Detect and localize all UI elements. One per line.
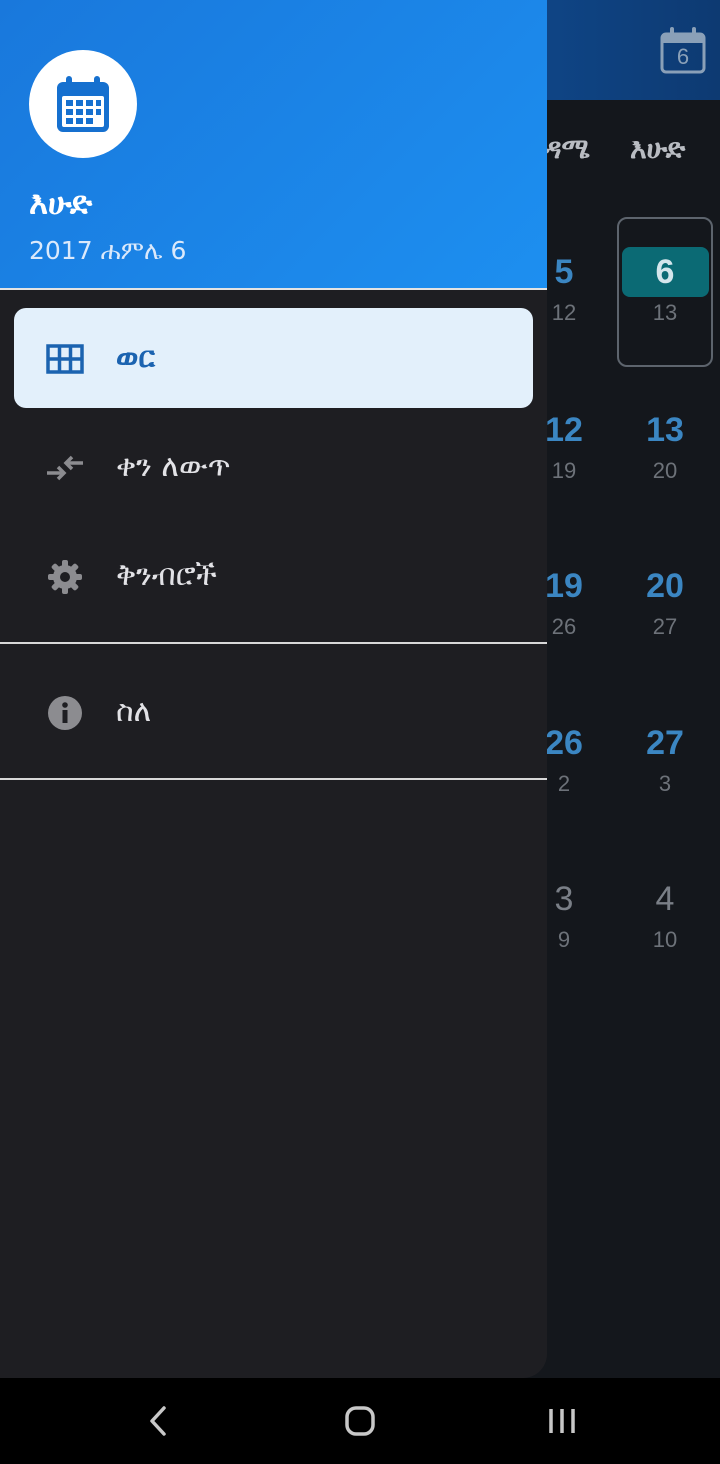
weekday-header: እሁድ xyxy=(630,132,686,165)
drawer-header: እሁድ 2017 ሐምሌ 6 xyxy=(0,0,547,288)
header-divider xyxy=(0,288,547,290)
convert-arrows-icon xyxy=(44,447,86,489)
gear-icon xyxy=(44,556,86,598)
day-subnumber: 13 xyxy=(652,300,678,325)
day-cell-today[interactable]: 6 13 xyxy=(617,252,713,328)
day-number: 13 xyxy=(646,411,684,449)
menu-item-label: ስለ xyxy=(116,694,152,729)
day-subnumber: 27 xyxy=(652,614,678,639)
today-calendar-icon[interactable]: 6 xyxy=(660,26,706,74)
navigation-drawer: እሁድ 2017 ሐምሌ 6 ወር ቀን ለውጥ ቅንብሮች ስለ xyxy=(0,0,547,1378)
day-cell-next-month[interactable]: 4 10 xyxy=(617,879,713,955)
menu-item-month[interactable]: ወር xyxy=(14,308,533,408)
menu-divider xyxy=(0,778,547,780)
recents-icon[interactable] xyxy=(532,1398,592,1444)
day-cell[interactable]: 20 27 xyxy=(617,566,713,642)
menu-item-label: ወር xyxy=(116,340,155,375)
day-subnumber: 20 xyxy=(652,458,678,483)
system-nav-bar xyxy=(0,1378,720,1464)
day-subnumber: 10 xyxy=(652,927,678,952)
screen: 6 ዳሜ እሁድ 5 12 6 13 12 19 13 20 19 26 20 … xyxy=(0,0,720,1464)
day-number: 20 xyxy=(646,567,684,605)
day-cell[interactable]: 13 20 xyxy=(617,410,713,486)
header-day-name: እሁድ xyxy=(29,184,93,222)
menu-item-about[interactable]: ስለ xyxy=(14,662,533,762)
day-number: 4 xyxy=(655,880,675,918)
grid-icon xyxy=(44,338,86,380)
home-icon[interactable] xyxy=(330,1398,390,1444)
menu-divider xyxy=(0,642,547,644)
menu-item-label: ቅንብሮች xyxy=(116,558,217,593)
weekday-header: ዳሜ xyxy=(544,132,590,165)
calendar-icon xyxy=(29,50,137,158)
day-number: 27 xyxy=(646,724,684,762)
back-icon[interactable] xyxy=(128,1398,188,1444)
info-icon xyxy=(44,692,86,734)
menu-item-convert-date[interactable]: ቀን ለውጥ xyxy=(14,417,533,517)
day-number: 6 xyxy=(655,253,675,291)
header-date: 2017 ሐምሌ 6 xyxy=(29,236,187,265)
menu-item-settings[interactable]: ቅንብሮች xyxy=(14,526,533,626)
day-subnumber: 3 xyxy=(658,771,672,796)
menu-item-label: ቀን ለውጥ xyxy=(116,449,231,484)
day-cell[interactable]: 27 3 xyxy=(617,723,713,799)
today-badge-number: 6 xyxy=(676,44,690,69)
